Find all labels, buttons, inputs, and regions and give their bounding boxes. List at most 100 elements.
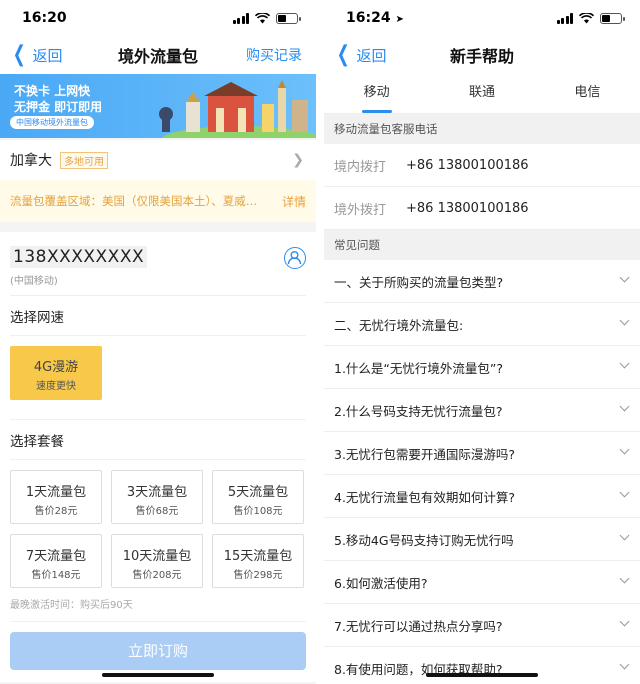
faq-item[interactable]: 6.如何激活使用?: [324, 561, 640, 604]
faq-item[interactable]: 3.无忧行包需要开通国际漫游吗?: [324, 432, 640, 475]
chevron-down-icon: [619, 444, 630, 455]
chevron-down-icon: [619, 315, 630, 326]
country-name: 加拿大: [10, 153, 52, 169]
location-arrow-icon: ➤: [395, 14, 404, 25]
faq-question: 5.移动4G号码支持订购无忧行吗: [334, 532, 514, 548]
chevron-down-icon: [619, 358, 630, 369]
screen-divider: [316, 0, 324, 684]
faq-item[interactable]: 4.无忧行流量包有效期如何计算?: [324, 475, 640, 518]
package-name: 1天流量包: [25, 485, 87, 500]
package-name: 3天流量包: [126, 485, 188, 500]
chevron-down-icon: [619, 487, 630, 498]
faq-item[interactable]: 5.移动4G号码支持订购无忧行吗: [324, 518, 640, 561]
faq-section-header: 常见问题: [324, 230, 640, 260]
speed-option-sub: 速度更快: [36, 381, 76, 392]
faq-question: 4.无忧行流量包有效期如何计算?: [334, 489, 516, 505]
package-price: 售价298元: [233, 570, 283, 581]
package-option[interactable]: 1天流量包售价28元: [10, 470, 102, 524]
faq-item[interactable]: 2.什么号码支持无忧行流量包?: [324, 389, 640, 432]
chevron-down-icon: [619, 530, 630, 541]
chevron-left-icon: ❮: [336, 42, 350, 67]
status-bar: 16:24 ➤: [324, 0, 640, 36]
banner-tag: 中国移动境外流量包: [10, 116, 94, 129]
service-phone-number[interactable]: +86 13800100186: [406, 201, 529, 216]
banner-line-1: 不换卡 上网快: [14, 84, 91, 98]
tab-unicom[interactable]: 联通: [429, 74, 534, 113]
chevron-down-icon: [619, 659, 630, 670]
coverage-notice: 流量包覆盖区域：美国（仅限美国本土）、夏威… 详情: [0, 180, 316, 222]
chevron-down-icon: [619, 573, 630, 584]
faq-question: 3.无忧行包需要开通国际漫游吗?: [334, 446, 516, 462]
status-icons: [556, 12, 625, 24]
package-option[interactable]: 5天流量包售价108元: [212, 470, 304, 524]
package-price: 售价28元: [34, 506, 78, 517]
signal-icon: [556, 12, 573, 24]
service-section-header: 移动流量包客服电话: [324, 114, 640, 144]
coverage-detail-link[interactable]: 详情: [282, 193, 306, 210]
speed-section-label: 选择网速: [10, 296, 306, 336]
back-label: 返回: [356, 46, 387, 65]
phone-number[interactable]: 138XXXXXXXX: [10, 246, 148, 268]
banner-line-2: 无押金 即订即用: [14, 100, 103, 114]
faq-item[interactable]: 7.无忧行可以通过热点分享吗?: [324, 604, 640, 647]
package-price: 售价148元: [31, 570, 81, 581]
faq-question: 2.什么号码支持无忧行流量包?: [334, 403, 503, 419]
home-indicator[interactable]: [102, 673, 214, 677]
package-name: 15天流量包: [223, 549, 293, 564]
package-option[interactable]: 3天流量包售价68元: [111, 470, 203, 524]
coverage-text: 流量包覆盖区域：美国（仅限美国本土）、夏威…: [10, 194, 258, 208]
order-card: 138XXXXXXXX (中国移动) 选择网速 4G漫游 速度更快 选择套餐 1…: [0, 232, 316, 682]
service-phone-number[interactable]: +86 13800100186: [406, 158, 529, 173]
contact-icon[interactable]: [284, 247, 306, 269]
faq-question: 6.如何激活使用?: [334, 575, 428, 591]
faq-item[interactable]: 二、无忧行境外流量包:: [324, 303, 640, 346]
package-name: 7天流量包: [25, 549, 87, 564]
purchase-history-link[interactable]: 购买记录: [246, 45, 302, 65]
service-phone-row[interactable]: 境内拨打 +86 13800100186: [324, 144, 640, 187]
faq-question: 1.什么是“无忧行境外流量包”?: [334, 360, 504, 376]
promo-banner[interactable]: 不换卡 上网快 无押金 即订即用 中国移动境外流量包: [0, 74, 316, 138]
service-phone-row[interactable]: 境外拨打 +86 13800100186: [324, 187, 640, 230]
carrier-label: (中国移动): [10, 276, 58, 287]
latest-activation-note: 最晚激活时间：购买后90天: [10, 588, 306, 622]
phone-row: 138XXXXXXXX (中国移动): [10, 232, 306, 296]
status-icons: [232, 12, 301, 24]
faq-item[interactable]: 一、关于所购买的流量包类型?: [324, 260, 640, 303]
back-button[interactable]: ❮ 返回: [334, 42, 387, 67]
chevron-right-icon: ❯: [292, 152, 304, 168]
package-option[interactable]: 15天流量包售价298元: [212, 534, 304, 588]
faq-question: 二、无忧行境外流量包:: [334, 317, 464, 333]
back-button[interactable]: ❮ 返回: [10, 42, 63, 67]
order-now-button[interactable]: 立即订购: [10, 632, 306, 670]
package-option[interactable]: 7天流量包售价148元: [10, 534, 102, 588]
speed-option-4g[interactable]: 4G漫游 速度更快: [10, 346, 102, 400]
faq-question: 7.无忧行可以通过热点分享吗?: [334, 618, 503, 634]
faq-item[interactable]: 8.有使用问题，如何获取帮助?: [324, 647, 640, 684]
package-grid: 1天流量包 售价28元 3天流量包 售价68元 5天流量包 售价108元 7天流量包售…: [10, 460, 306, 588]
country-selector[interactable]: 加拿大 多地可用 ❯: [0, 140, 316, 180]
left-screen: 16:20 ❮ 返回 境外流量包 购买记录 不换卡 上网快 无押金 即订即用 中国…: [0, 0, 316, 684]
status-time: 16:24 ➤: [346, 10, 404, 26]
package-price: 售价68元: [135, 506, 179, 517]
wifi-icon: [255, 12, 270, 23]
battery-icon: [600, 12, 625, 24]
package-name: 5天流量包: [227, 485, 289, 500]
home-indicator[interactable]: [426, 673, 538, 677]
carrier-tabs: 移动 联通 电信: [324, 74, 640, 114]
speed-options: 4G漫游 速度更快: [10, 336, 306, 420]
tab-telecom[interactable]: 电信: [535, 74, 640, 113]
package-option[interactable]: 10天流量包 售价208元: [111, 534, 203, 588]
faq-item[interactable]: 1.什么是“无忧行境外流量包”?: [324, 346, 640, 389]
faq-question: 一、关于所购买的流量包类型?: [334, 274, 504, 290]
package-price: 售价108元: [233, 506, 283, 517]
nav-bar: ❮ 返回 新手帮助: [324, 36, 640, 74]
status-time: 16:20: [22, 10, 67, 26]
battery-icon: [276, 12, 301, 24]
package-price: 售价208元: [132, 570, 182, 581]
status-time-text: 16:24: [346, 10, 391, 26]
chevron-down-icon: [619, 616, 630, 627]
landmarks-illustration: [159, 80, 316, 138]
signal-icon: [232, 12, 249, 24]
chevron-left-icon: ❮: [12, 42, 26, 67]
tab-mobile[interactable]: 移动: [324, 74, 429, 113]
